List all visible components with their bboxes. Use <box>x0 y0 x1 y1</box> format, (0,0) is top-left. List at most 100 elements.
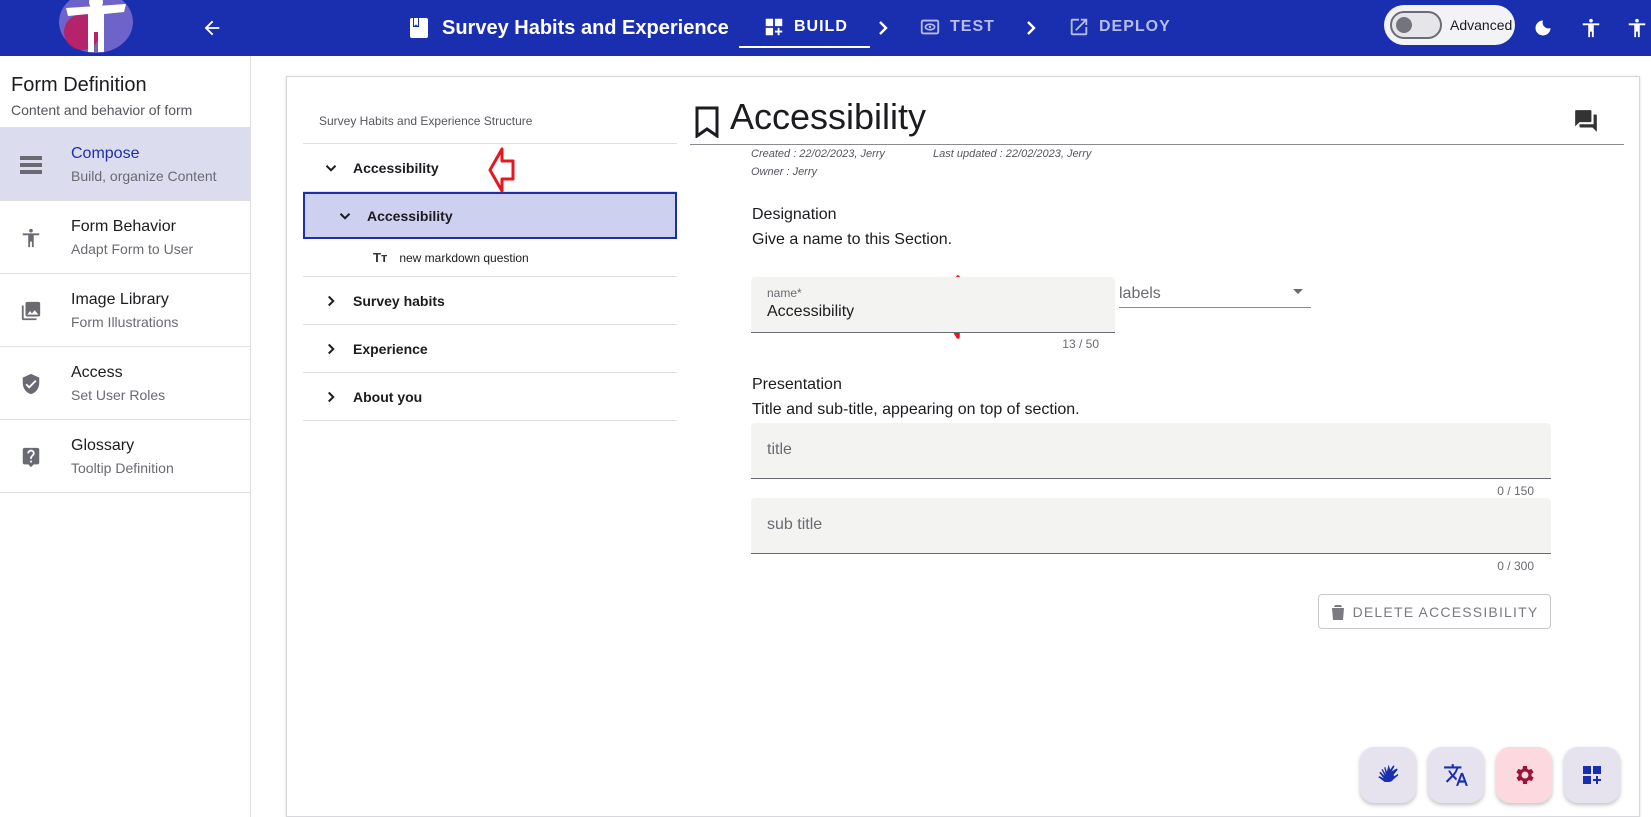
nav-item-glossary[interactable]: Glossary Tooltip Definition <box>0 420 250 493</box>
nav-item-image-library[interactable]: Image Library Form Illustrations <box>0 274 250 347</box>
trash-icon <box>1331 604 1344 620</box>
tree-row-label: Accessibility <box>367 207 453 224</box>
step-build[interactable]: BUILD <box>763 10 848 44</box>
nav-header: Form Definition Content and behavior of … <box>0 56 250 128</box>
name-counter: 13 / 50 <box>1062 337 1099 351</box>
step-deploy[interactable]: DEPLOY <box>1068 10 1171 44</box>
step-deploy-label: DEPLOY <box>1099 18 1171 35</box>
open-in-new-icon <box>1070 18 1088 36</box>
nav-item-sub: Form Illustrations <box>71 314 179 330</box>
tree-row-label: Survey habits <box>353 292 445 309</box>
nav-item-label: Glossary <box>71 437 135 454</box>
step-test[interactable]: TEST <box>919 10 995 44</box>
title-field[interactable]: title <box>751 423 1551 479</box>
annotation-arrow-icon <box>488 147 515 193</box>
chevron-right-icon <box>1027 21 1036 35</box>
nav-item-sub: Adapt Form to User <box>71 241 194 257</box>
name-field-label: name* <box>767 286 802 300</box>
subtitle-counter: 0 / 300 <box>1497 559 1534 573</box>
form-definition-nav: Form Definition Content and behavior of … <box>0 56 251 817</box>
nav-item-sub: Build, organize Content <box>71 168 217 184</box>
delete-label: DELETE ACCESSIBILITY <box>1352 603 1539 620</box>
section-title: Accessibility <box>730 96 927 137</box>
translate-button[interactable] <box>1428 747 1484 803</box>
nav-item-sub: Tooltip Definition <box>71 460 174 476</box>
tree-row-about-you[interactable]: About you <box>303 373 677 421</box>
advanced-toggle[interactable]: Advanced <box>1384 5 1515 45</box>
chevron-right-icon[interactable] <box>319 289 343 313</box>
text-type-icon: Tт <box>373 250 388 265</box>
nav-item-label: Form Behavior <box>71 218 176 235</box>
labels-select[interactable]: labels <box>1119 277 1311 308</box>
structure-tree: Survey Habits and Experience Structure A… <box>303 96 677 817</box>
tree-row-markdown-question[interactable]: Tт new markdown question <box>303 239 677 277</box>
name-field[interactable]: name* Accessibility <box>751 277 1115 333</box>
tree-row-label: Accessibility <box>353 159 439 176</box>
app-logo-icon[interactable] <box>56 0 136 56</box>
back-button[interactable] <box>196 12 228 44</box>
designation-description: Give a name to this Section. <box>752 231 953 248</box>
nav-item-form-behavior[interactable]: Form Behavior Adapt Form to User <box>0 201 250 274</box>
toggle-knob <box>1396 17 1412 33</box>
active-step-indicator <box>739 46 870 48</box>
help-icon <box>18 444 44 470</box>
settings-icon <box>1516 766 1534 784</box>
accessibility-icon <box>1582 18 1600 38</box>
form-title-group: Survey Habits and Experience <box>410 12 729 44</box>
tree-row-label: new markdown question <box>399 250 529 265</box>
image-library-icon <box>18 298 44 324</box>
sign-language-icon <box>1378 764 1399 783</box>
chevron-right-icon[interactable] <box>319 337 343 361</box>
bookmark-icon <box>695 106 719 138</box>
nav-item-compose[interactable]: Compose Build, organize Content <box>0 128 250 201</box>
accessibility-button[interactable] <box>1575 12 1607 44</box>
nav-item-access[interactable]: Access Set User Roles <box>0 347 250 420</box>
step-test-label: TEST <box>950 18 995 35</box>
nav-title: Form Definition <box>11 74 147 96</box>
chevron-down-icon[interactable] <box>333 204 357 228</box>
nav-item-label: Compose <box>71 145 140 162</box>
chevron-right-icon <box>879 21 888 35</box>
chevron-down-icon[interactable] <box>319 156 343 180</box>
add-widget-icon <box>1583 766 1601 784</box>
step-build-label: BUILD <box>794 18 848 35</box>
sign-language-button[interactable] <box>1360 747 1416 803</box>
add-widget-button[interactable] <box>1564 747 1620 803</box>
subtitle-field[interactable]: sub title <box>751 498 1551 554</box>
nav-item-label: Access <box>71 364 123 381</box>
owner-meta: Owner : Jerry <box>751 166 818 178</box>
preview-eye-icon <box>920 19 940 35</box>
title-placeholder: title <box>767 441 792 458</box>
section-header: Accessibility <box>690 96 1624 145</box>
arrow-left-icon <box>204 20 220 36</box>
presentation-heading: Presentation <box>752 376 842 393</box>
tree-header: Survey Habits and Experience Structure <box>303 96 677 144</box>
comment-icon[interactable] <box>1573 108 1599 134</box>
dark-mode-button[interactable] <box>1527 12 1559 44</box>
translate-icon <box>1444 764 1468 786</box>
more-accessibility-button[interactable] <box>1622 12 1651 44</box>
build-icon <box>765 18 783 36</box>
tree-row-survey-habits[interactable]: Survey habits <box>303 277 677 325</box>
form-title: Survey Habits and Experience <box>442 16 729 39</box>
book-icon <box>410 18 428 38</box>
subtitle-placeholder: sub title <box>767 516 823 533</box>
settings-button[interactable] <box>1496 747 1552 803</box>
accessibility-icon <box>1628 18 1645 38</box>
dropdown-caret-icon <box>1293 289 1303 294</box>
chevron-right-icon[interactable] <box>319 385 343 409</box>
updated-meta: Last updated : 22/02/2023, Jerry <box>933 148 1092 160</box>
tree-row-label: Experience <box>353 340 428 357</box>
presentation-description: Title and sub-title, appearing on top of… <box>752 401 1080 418</box>
name-field-value: Accessibility <box>767 303 855 320</box>
shield-check-icon <box>18 371 44 397</box>
nav-subtitle: Content and behavior of form <box>11 102 193 118</box>
moon-icon <box>1535 20 1551 36</box>
title-counter: 0 / 150 <box>1497 484 1534 498</box>
delete-section-button[interactable]: DELETE ACCESSIBILITY <box>1318 594 1551 629</box>
toggle-switch[interactable] <box>1390 11 1442 39</box>
labels-placeholder: labels <box>1119 285 1161 302</box>
top-app-bar: Survey Habits and Experience BUILD TEST … <box>0 0 1651 56</box>
tree-row-accessibility-selected[interactable]: Accessibility <box>303 192 677 239</box>
tree-row-experience[interactable]: Experience <box>303 325 677 373</box>
